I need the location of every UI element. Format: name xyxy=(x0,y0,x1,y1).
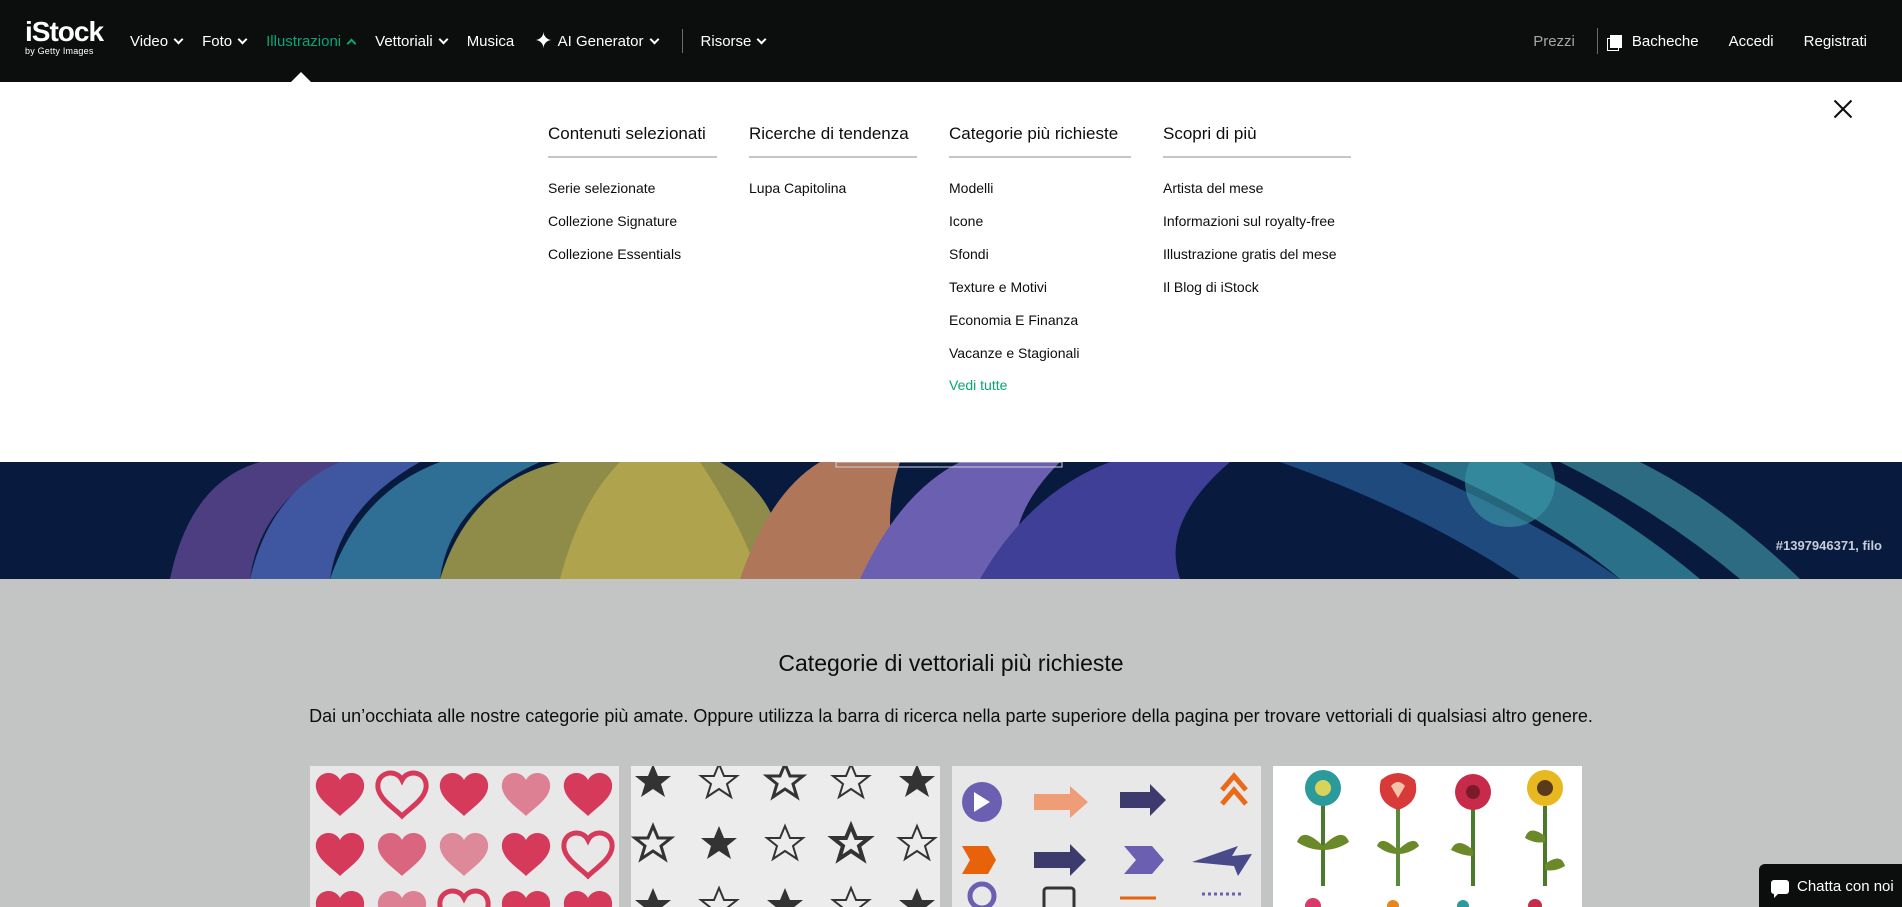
hero-artwork xyxy=(0,462,1902,579)
nav-ai-generator-label: AI Generator xyxy=(557,32,644,50)
nav-foto-label: Foto xyxy=(202,32,233,50)
menu-list: Artista del mese Informazioni sul royalt… xyxy=(1163,180,1351,295)
category-tile-hearts[interactable] xyxy=(310,766,619,907)
menu-link[interactable]: Il Blog di iStock xyxy=(1163,279,1351,295)
chat-label: Chatta con noi xyxy=(1797,878,1894,895)
menu-link[interactable]: Sfondi xyxy=(949,246,1131,262)
top-navigation: iStock by Getty Images Video Foto Illust… xyxy=(0,0,1902,83)
section-subtitle: Dai un’occhiata alle nostre categorie pi… xyxy=(309,706,1593,726)
menu-list: Modelli Icone Sfondi Texture e Motivi Ec… xyxy=(949,180,1131,393)
menu-link[interactable]: Serie selezionate xyxy=(548,180,717,196)
hearts-illustration xyxy=(315,766,619,907)
nav-ai-generator[interactable]: ✦ AI Generator xyxy=(534,28,659,53)
nav-divider xyxy=(1596,28,1598,54)
category-tile-arrows[interactable] xyxy=(952,766,1261,907)
menu-link[interactable]: Informazioni sul royalty-free xyxy=(1163,213,1351,229)
menu-column-title: Ricerche di tendenza xyxy=(749,124,917,158)
menu-link[interactable]: Illustrazione gratis del mese xyxy=(1163,246,1351,262)
menu-column-title: Contenuti selezionati xyxy=(548,124,717,158)
see-all-link[interactable]: Vedi tutte xyxy=(949,377,1131,393)
category-tiles xyxy=(310,766,1582,907)
nav-registrati[interactable]: Registrati xyxy=(1804,33,1867,50)
arrows-illustration xyxy=(962,772,1252,907)
chevron-down-icon xyxy=(173,34,184,44)
category-tile-stars[interactable] xyxy=(631,766,940,907)
nav-illustrazioni-label: Illustrazioni xyxy=(266,32,342,50)
sparkle-icon: ✦ xyxy=(534,28,553,53)
nav-musica[interactable]: Musica xyxy=(467,33,515,50)
menu-link[interactable]: Collezione Signature xyxy=(548,213,717,229)
nav-bacheche[interactable]: Bacheche xyxy=(1609,32,1699,50)
chat-bubble-icon xyxy=(1771,879,1789,898)
nav-right: Prezzi Bacheche Accedi Registrati xyxy=(1503,0,1902,82)
stars-illustration xyxy=(633,766,936,907)
nav-bacheche-label: Bacheche xyxy=(1631,32,1699,50)
nav-musica-label: Musica xyxy=(466,32,515,50)
chat-button[interactable]: Chatta con noi xyxy=(1759,864,1902,907)
menu-link[interactable]: Artista del mese xyxy=(1163,180,1351,196)
menu-link[interactable]: Texture e Motivi xyxy=(949,279,1131,295)
menu-column-contenuti: Contenuti selezionati Serie selezionate … xyxy=(548,124,717,279)
menu-link[interactable]: Vacanze e Stagionali xyxy=(949,345,1131,361)
nav-divider xyxy=(681,29,683,53)
nav-left: Video Foto Illustrazioni Vettoriali Musi… xyxy=(130,0,785,82)
logo-text: iStock xyxy=(25,16,104,47)
category-tile-flowers[interactable] xyxy=(1273,766,1582,907)
boards-icon xyxy=(1609,34,1622,48)
menu-column-categorie: Categorie più richieste Modelli Icone Sf… xyxy=(949,124,1131,410)
menu-list: Serie selezionate Collezione Signature C… xyxy=(548,180,717,262)
image-credit: #1397946371, filo xyxy=(1775,538,1882,553)
nav-risorse-label: Risorse xyxy=(700,32,752,50)
chevron-down-icon xyxy=(237,34,248,44)
hero-banner: #1397946371, filo xyxy=(0,462,1902,579)
istock-logo[interactable]: iStock by Getty Images xyxy=(25,16,104,56)
chevron-down-icon xyxy=(756,34,767,44)
nav-prezzi[interactable]: Prezzi xyxy=(1533,33,1575,50)
nav-risorse[interactable]: Risorse xyxy=(700,32,767,50)
nav-foto[interactable]: Foto xyxy=(202,32,248,50)
menu-link[interactable]: Collezione Essentials xyxy=(548,246,717,262)
menu-link[interactable]: Lupa Capitolina xyxy=(749,180,917,196)
chevron-up-icon xyxy=(346,38,357,48)
menu-column-ricerche: Ricerche di tendenza Lupa Capitolina xyxy=(749,124,917,213)
nav-vettoriali[interactable]: Vettoriali xyxy=(375,32,449,50)
close-icon[interactable] xyxy=(1833,99,1853,119)
menu-column-title: Categorie più richieste xyxy=(949,124,1131,158)
menu-link[interactable]: Economia E Finanza xyxy=(949,312,1131,328)
nav-illustrazioni[interactable]: Illustrazioni xyxy=(266,32,357,50)
flowers-illustration xyxy=(1297,770,1565,907)
nav-vettoriali-label: Vettoriali xyxy=(375,32,433,50)
menu-link[interactable]: Modelli xyxy=(949,180,1131,196)
menu-list: Lupa Capitolina xyxy=(749,180,917,196)
menu-link[interactable]: Icone xyxy=(949,213,1131,229)
nav-accedi[interactable]: Accedi xyxy=(1729,33,1774,50)
menu-column-scopri: Scopri di più Artista del mese Informazi… xyxy=(1163,124,1351,312)
nav-video-label: Video xyxy=(130,32,169,50)
logo-tagline: by Getty Images xyxy=(25,46,94,56)
chevron-down-icon xyxy=(438,34,449,44)
nav-video[interactable]: Video xyxy=(130,32,184,50)
section-title: Categorie di vettoriali più richieste xyxy=(778,650,1124,676)
menu-column-title: Scopri di più xyxy=(1163,124,1351,158)
chevron-down-icon xyxy=(649,34,659,44)
